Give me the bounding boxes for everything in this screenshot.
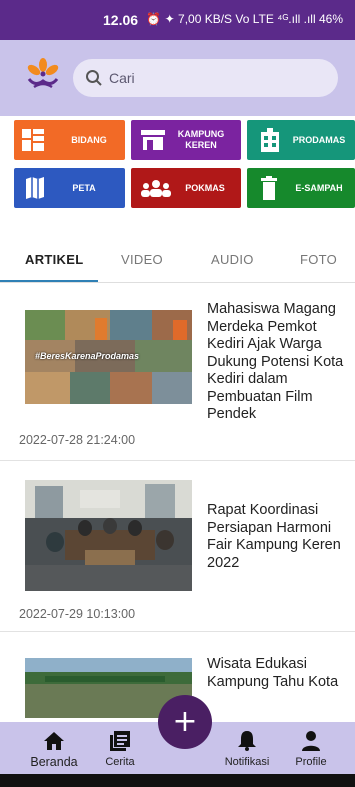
- article-item[interactable]: #BeresKarenaProdamas Mahasiswa Magang Me…: [0, 283, 355, 461]
- nav-label-beranda: Beranda: [30, 755, 78, 769]
- building-icon: [261, 128, 279, 152]
- book-icon: [110, 731, 130, 751]
- tab-foto[interactable]: FOTO: [300, 252, 337, 267]
- tab-video[interactable]: VIDEO: [121, 252, 163, 267]
- add-button[interactable]: +: [158, 695, 212, 749]
- article-title[interactable]: Mahasiswa Magang Merdeka Pemkot Kediri A…: [207, 301, 347, 424]
- article-title[interactable]: Wisata Edukasi Kampung Tahu Kota: [207, 656, 347, 691]
- article-separator: [0, 460, 355, 461]
- menu-button-e-sampah[interactable]: E-SAMPAH: [247, 168, 355, 208]
- content-tabs: ARTIKEL VIDEO AUDIO FOTO: [0, 236, 355, 283]
- system-gesture-bar: [0, 774, 355, 787]
- nav-label-profile: Profile: [295, 756, 327, 768]
- map-icon: [26, 177, 44, 199]
- menu-label-peta: PETA: [72, 183, 96, 193]
- status-bar: 12.06 ⏰ ✦ 7,00 KB/S Vo LTE ⁴ᴳ.ıll .ıll 4…: [0, 0, 355, 40]
- menu-label-keren: KEREN: [185, 140, 217, 150]
- search-bar[interactable]: [73, 59, 338, 97]
- status-time: 12.06: [103, 12, 139, 28]
- menu-button-peta[interactable]: PETA: [14, 168, 125, 208]
- nav-profile[interactable]: Profile: [288, 722, 334, 768]
- menu-label-bidang: BIDANG: [71, 135, 107, 145]
- search-input[interactable]: [107, 69, 311, 87]
- store-icon: [141, 130, 165, 150]
- trash-icon: [261, 176, 277, 200]
- nav-cerita[interactable]: Cerita: [98, 722, 142, 768]
- nav-label-cerita: Cerita: [105, 756, 135, 768]
- tab-audio[interactable]: AUDIO: [211, 252, 254, 267]
- tab-artikel[interactable]: ARTIKEL: [25, 252, 83, 267]
- article-date: 2022-07-29 10:13:00: [19, 607, 136, 621]
- article-thumbnail: #BeresKarenaProdamas: [25, 310, 192, 404]
- menu-button-pokmas[interactable]: POKMAS: [131, 168, 241, 208]
- menu-button-bidang[interactable]: BIDANG: [14, 120, 125, 160]
- article-date: 2022-07-28 21:24:00: [19, 433, 136, 447]
- app-header: [0, 40, 355, 116]
- grid-blocks-icon: [22, 129, 44, 151]
- menu-label-prodamas: PRODAMAS: [292, 135, 346, 145]
- article-thumbnail: [25, 480, 192, 591]
- menu-label-kampung: KAMPUNG: [177, 129, 225, 139]
- menu-label-pokmas: POKMAS: [185, 183, 225, 193]
- menu-button-prodamas[interactable]: PRODAMAS: [247, 120, 355, 160]
- menu-button-kampung-keren[interactable]: KAMPUNG KEREN: [131, 120, 241, 160]
- nav-label-notifikasi: Notifikasi: [224, 756, 270, 768]
- status-icons: ⏰ ✦ 7,00 KB/S Vo LTE ⁴ᴳ.ıll .ıll 46%: [146, 12, 343, 26]
- bell-icon: [238, 731, 256, 751]
- article-title[interactable]: Rapat Koordinasi Persiapan Harmoni Fair …: [207, 502, 347, 572]
- group-icon: [141, 180, 171, 197]
- nav-beranda[interactable]: Beranda: [28, 722, 80, 769]
- article-item[interactable]: Rapat Koordinasi Persiapan Harmoni Fair …: [0, 462, 355, 632]
- menu-label-e-sampah: E-SAMPAH: [295, 183, 343, 193]
- home-icon: [44, 732, 64, 750]
- thumbnail-hashtag: #BeresKarenaProdamas: [35, 351, 140, 361]
- search-icon: [86, 70, 102, 86]
- person-icon: [302, 731, 320, 751]
- flower-logo-icon: [27, 58, 59, 89]
- nav-notifikasi[interactable]: Notifikasi: [218, 722, 276, 768]
- plus-icon: +: [172, 704, 198, 739]
